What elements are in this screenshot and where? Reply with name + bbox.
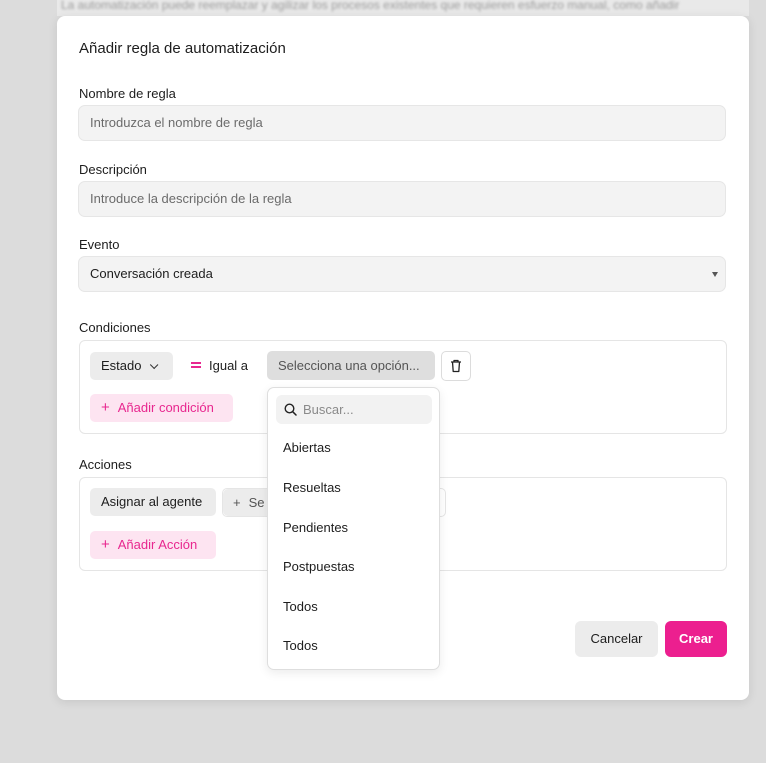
background-page-text: La automatización puede reemplazar y agi… — [57, 0, 749, 16]
trash-icon — [451, 359, 461, 373]
add-action-button[interactable]: + Añadir Acción — [90, 531, 216, 559]
description-input[interactable]: Introduce la descripción de la regla — [78, 181, 726, 217]
condition-attribute-select[interactable]: Estado — [90, 352, 173, 380]
dropdown-option[interactable]: Postpuestas — [283, 559, 355, 574]
add-condition-label: Añadir condición — [117, 400, 214, 415]
rule-name-input[interactable]: Introduzca el nombre de regla — [78, 105, 726, 141]
equals-icon — [191, 360, 201, 370]
description-label: Descripción — [79, 162, 147, 177]
add-action-label: Añadir Acción — [117, 537, 198, 552]
dropdown-option[interactable]: Todos — [283, 638, 318, 653]
event-label: Evento — [79, 237, 120, 252]
actions-label: Acciones — [79, 457, 132, 472]
action-type-select[interactable]: Asignar al agente — [90, 488, 216, 516]
caret-down-icon — [712, 272, 718, 277]
condition-operator-label: Igual a — [209, 358, 249, 373]
cancel-button[interactable]: Cancelar — [575, 621, 658, 657]
add-condition-button[interactable]: + Añadir condición — [90, 394, 233, 422]
condition-value-select[interactable]: Selecciona una opción... — [267, 351, 435, 380]
dropdown-search-input[interactable] — [303, 395, 423, 424]
plus-icon: + — [101, 536, 110, 553]
dropdown-search — [276, 395, 432, 424]
rule-name-label: Nombre de regla — [79, 86, 176, 101]
event-select-value: Conversación creada — [90, 266, 213, 281]
condition-options-dropdown: Abiertas Resueltas Pendientes Postpuesta… — [267, 387, 440, 670]
action-value-label: Se — [248, 495, 265, 510]
dropdown-option[interactable]: Pendientes — [283, 520, 348, 535]
dropdown-option[interactable]: Todos — [283, 599, 318, 614]
modal-title: Añadir regla de automatización — [79, 40, 286, 57]
condition-operator[interactable]: Igual a — [191, 352, 248, 380]
condition-attribute-value: Estado — [101, 358, 142, 373]
event-select[interactable]: Conversación creada — [78, 256, 726, 292]
delete-condition-button[interactable] — [441, 351, 471, 381]
plus-icon: + — [101, 399, 110, 416]
conditions-label: Condiciones — [79, 320, 151, 335]
create-button[interactable]: Crear — [665, 621, 727, 657]
dropdown-option[interactable]: Resueltas — [283, 480, 341, 495]
chevron-down-icon — [150, 360, 159, 370]
search-icon — [284, 403, 297, 416]
dropdown-option[interactable]: Abiertas — [283, 440, 331, 455]
